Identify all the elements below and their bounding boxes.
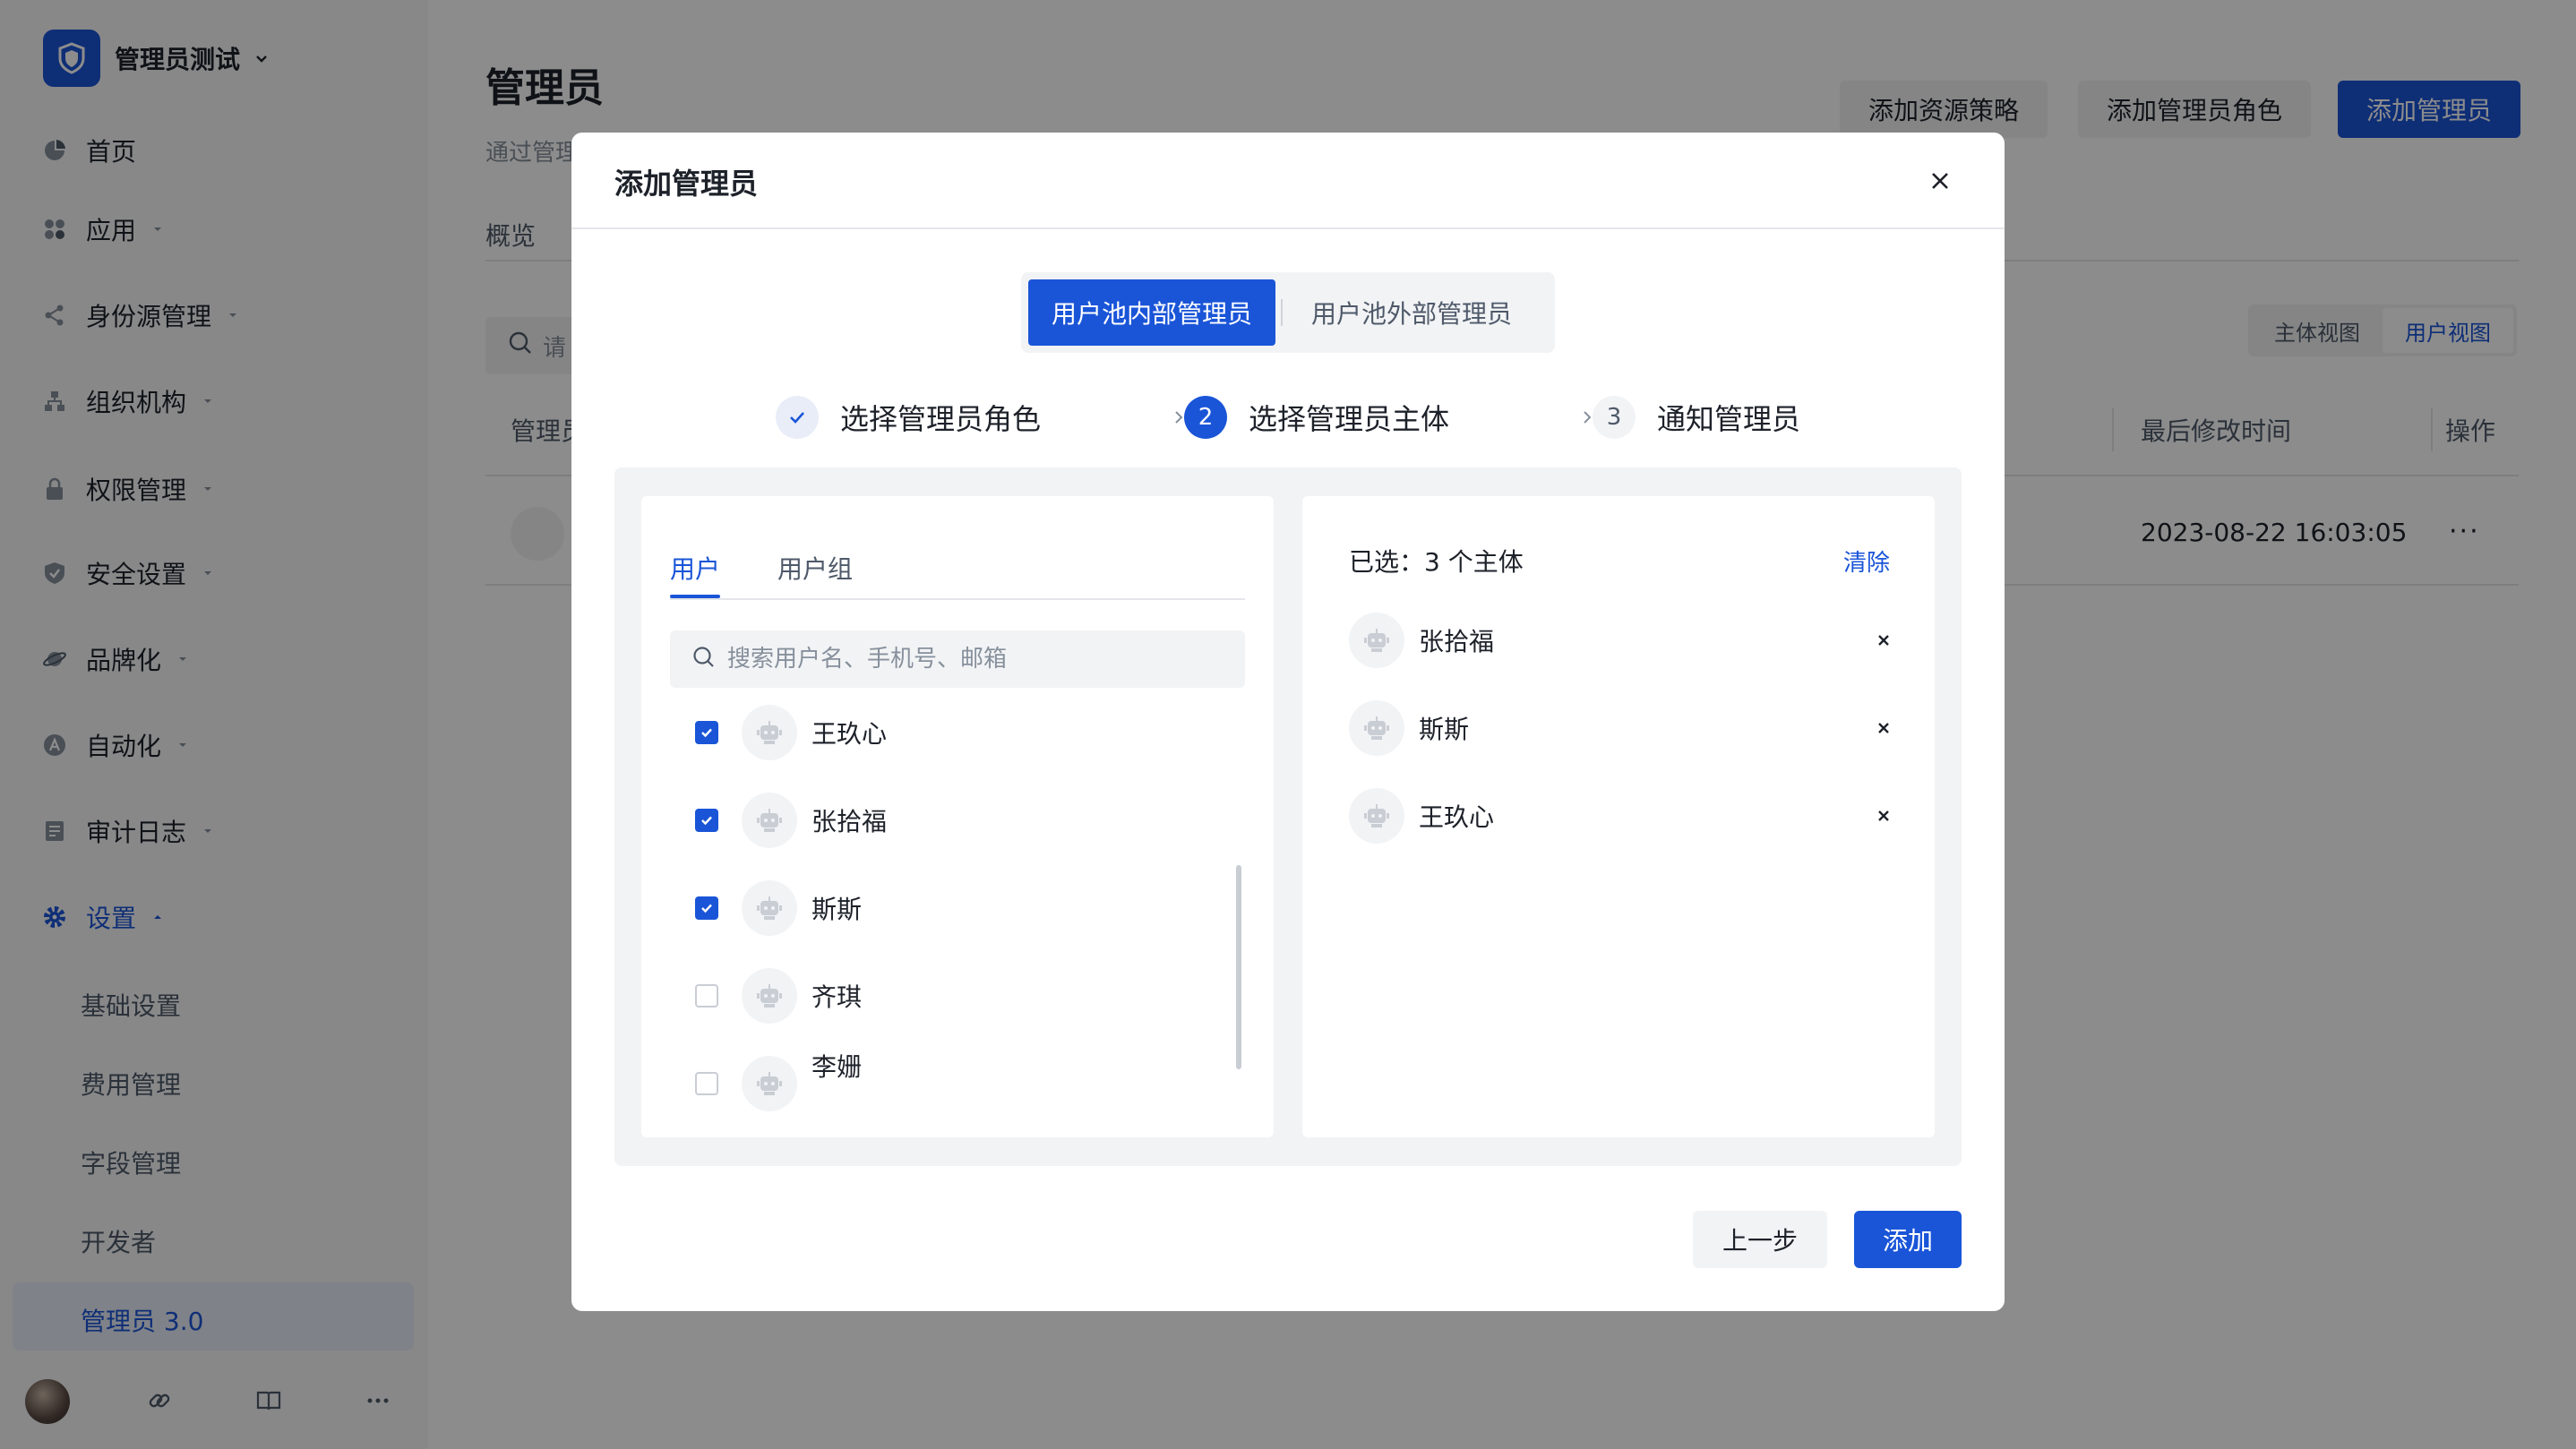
user-name: 王玖心 xyxy=(811,719,888,749)
robot-avatar-icon xyxy=(742,1056,797,1111)
remove-icon[interactable] xyxy=(1872,629,1895,652)
steps: 选择管理员角色 2 选择管理员主体 3 通知管理员 xyxy=(571,390,2005,444)
add-admin-modal: 添加管理员 用户池内部管理员 用户池外部管理员 选择管理员角色 2 选择管理员主… xyxy=(571,133,2005,1311)
admin-type-switch: 用户池内部管理员 用户池外部管理员 xyxy=(1021,272,1555,353)
selection-area: 用户 用户组 王玖心 张拾福 斯斯 xyxy=(614,467,1962,1166)
modal-title: 添加管理员 xyxy=(614,167,759,201)
robot-avatar-icon xyxy=(1349,700,1404,756)
selected-item: 斯斯 xyxy=(1349,699,1895,758)
clear-button[interactable]: 清除 xyxy=(1843,544,1890,578)
check-icon xyxy=(776,396,819,439)
list-item[interactable]: 张拾福 xyxy=(695,788,887,853)
step-number: 3 xyxy=(1593,396,1636,439)
candidate-panel: 用户 用户组 王玖心 张拾福 斯斯 xyxy=(641,496,1274,1137)
step-select-subject: 2 选择管理员主体 xyxy=(1184,390,1449,444)
user-search-field[interactable] xyxy=(670,630,1245,688)
user-name: 张拾福 xyxy=(1419,627,1495,656)
search-input[interactable] xyxy=(727,646,1229,673)
tab-active-indicator xyxy=(670,595,720,598)
user-name: 张拾福 xyxy=(811,807,888,836)
checkbox-checked[interactable] xyxy=(695,721,718,744)
search-icon xyxy=(691,645,717,673)
list-item[interactable]: 李姗 xyxy=(695,1051,862,1116)
close-icon[interactable] xyxy=(1922,163,1958,199)
selected-panel: 已选：3 个主体 清除 张拾福 斯斯 王玖心 xyxy=(1302,496,1935,1137)
tab-user-groups[interactable]: 用户组 xyxy=(777,550,853,586)
robot-avatar-icon xyxy=(742,880,797,936)
tab-users[interactable]: 用户 xyxy=(670,550,720,586)
selected-count: 已选：3 个主体 xyxy=(1349,547,1524,577)
step-number: 2 xyxy=(1184,396,1227,439)
user-name: 齐琪 xyxy=(811,982,863,1012)
previous-step-button[interactable]: 上一步 xyxy=(1693,1211,1827,1268)
selected-item: 王玖心 xyxy=(1349,786,1895,845)
user-name: 斯斯 xyxy=(1419,715,1470,744)
step-label: 通知管理员 xyxy=(1657,402,1801,436)
user-name: 斯斯 xyxy=(811,895,863,924)
step-label: 选择管理员主体 xyxy=(1249,402,1450,436)
list-item[interactable]: 斯斯 xyxy=(695,876,862,940)
modal-header: 添加管理员 xyxy=(571,133,2005,229)
segment-divider xyxy=(1281,299,1284,326)
step-select-role: 选择管理员角色 xyxy=(776,390,1041,444)
remove-icon[interactable] xyxy=(1872,804,1895,827)
segment-external-admin[interactable]: 用户池外部管理员 xyxy=(1288,279,1535,346)
step-label: 选择管理员角色 xyxy=(840,402,1042,436)
add-button[interactable]: 添加 xyxy=(1854,1211,1962,1268)
checkbox-checked[interactable] xyxy=(695,896,718,920)
user-name: 李姗 xyxy=(811,1052,863,1082)
step-notify: 3 通知管理员 xyxy=(1593,390,1800,444)
user-name: 王玖心 xyxy=(1419,802,1495,832)
tab-divider xyxy=(670,598,1245,600)
list-item[interactable]: 齐琪 xyxy=(695,964,862,1028)
checkbox-unchecked[interactable] xyxy=(695,984,718,1007)
robot-avatar-icon xyxy=(742,705,797,760)
selected-item: 张拾福 xyxy=(1349,611,1895,670)
checkbox-checked[interactable] xyxy=(695,809,718,832)
robot-avatar-icon xyxy=(742,793,797,848)
scrollbar[interactable] xyxy=(1236,865,1241,1069)
checkbox-unchecked[interactable] xyxy=(695,1072,718,1095)
robot-avatar-icon xyxy=(1349,613,1404,668)
list-item[interactable]: 王玖心 xyxy=(695,700,887,765)
remove-icon[interactable] xyxy=(1872,716,1895,740)
robot-avatar-icon xyxy=(742,968,797,1024)
robot-avatar-icon xyxy=(1349,788,1404,844)
segment-internal-admin[interactable]: 用户池内部管理员 xyxy=(1028,279,1276,346)
